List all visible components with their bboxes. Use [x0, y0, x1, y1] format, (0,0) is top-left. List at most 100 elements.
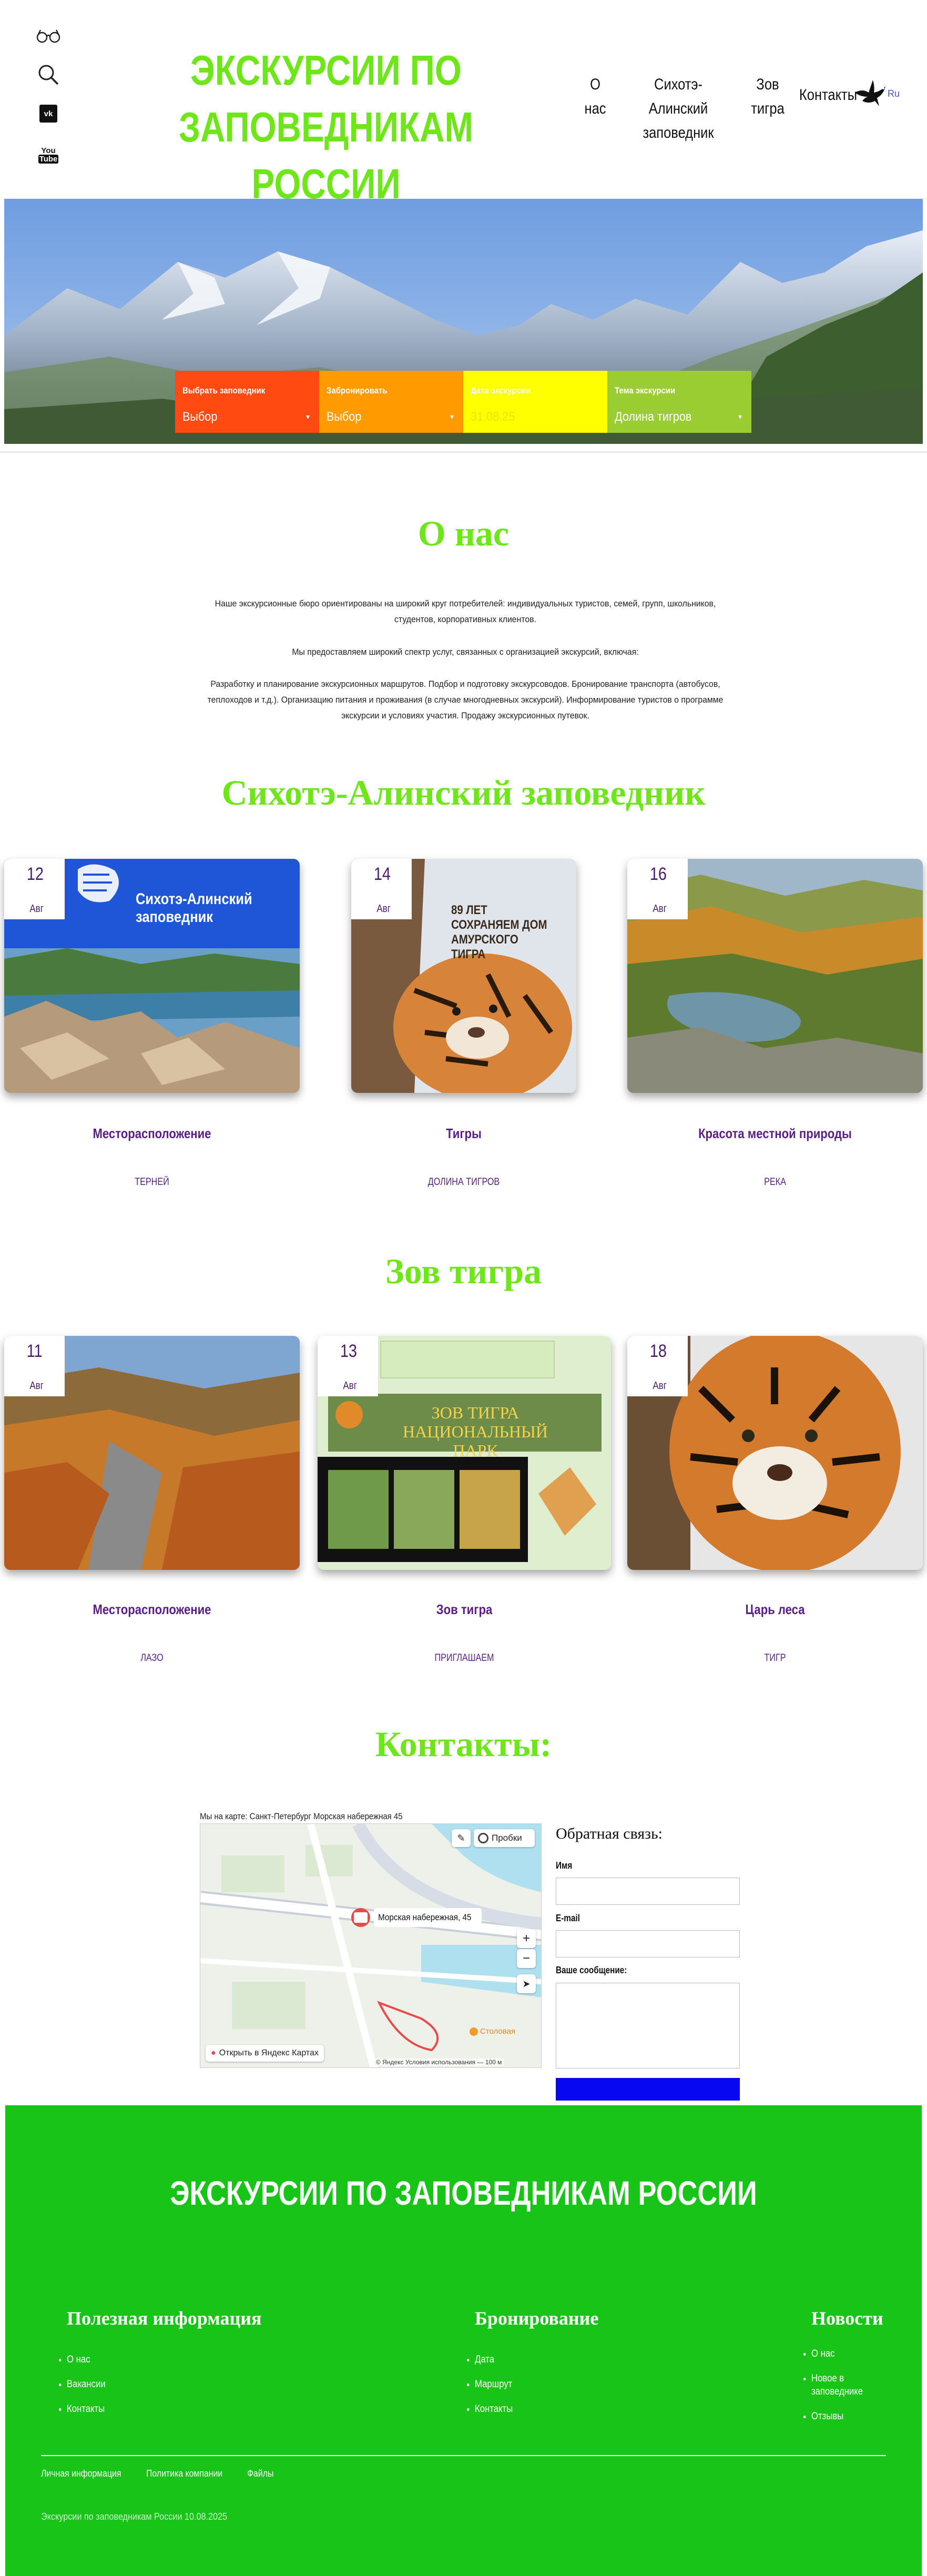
footer-link[interactable]: Контакты [475, 2397, 513, 2421]
map-poi-label: Столовая [480, 2027, 516, 2036]
footer-link[interactable]: Маршрут [475, 2372, 513, 2397]
filter-theme[interactable]: Тема экскурсии Долина тигров ▾ [607, 371, 751, 433]
footer-copyright: Экскурсии по заповедникам России 10.08.2… [41, 2511, 228, 2522]
footer-col-info-title: Полезная информация [67, 2308, 262, 2329]
date-month: Авг [29, 1380, 44, 1392]
card-tag[interactable]: ПРИГЛАШАЕМ [340, 1652, 589, 1664]
message-label: Ваше сообщение: [556, 1965, 627, 1975]
map-zoom-in-button[interactable]: + [517, 1929, 536, 1948]
sikhote-card-location[interactable]: Сихотэ-Алинский заповедник 12 Авг [4, 859, 300, 1093]
card-tag[interactable]: ДОЛИНА ТИГРОВ [368, 1177, 559, 1188]
feedback-title: Обратная связь: [556, 1825, 663, 1842]
map-open-link[interactable]: ● Открыть в Яндекс Картах [206, 2045, 324, 2062]
traffic-icon [478, 1833, 488, 1843]
map-open-label: Открыть в Яндекс Картах [219, 2048, 319, 2057]
tiger-card-location[interactable]: 11 Авг [4, 1336, 300, 1570]
nav-tiger-line2: тигра [751, 100, 785, 117]
filter-booking-value: Выбор [327, 410, 362, 424]
card-title[interactable]: Царь леса [649, 1601, 901, 1618]
card-tag[interactable]: ТИГР [649, 1652, 901, 1664]
footer-link[interactable]: заповеднике [811, 2385, 863, 2398]
nav-sikhote-line1: Сихотэ-Алинский [648, 76, 708, 117]
footer-col-booking: Дата Маршрут Контакты [475, 2347, 518, 2421]
filter-booking[interactable]: Забронировать Выбор ▾ [319, 371, 463, 433]
map-pin-label: Морская набережная, 45 [378, 1912, 472, 1922]
card-title[interactable]: Месторасположение [26, 1601, 278, 1618]
name-input[interactable] [556, 1878, 740, 1905]
sikhote-card-nature[interactable]: 16 Авг [627, 859, 923, 1093]
card-title[interactable]: Красота местной природы [649, 1125, 901, 1142]
email-input[interactable] [556, 1930, 740, 1958]
card-title[interactable]: Тигры [368, 1125, 559, 1142]
tiger-card-call[interactable]: ЗОВ ТИГРА НАЦИОНАЛЬНЫЙ ПАРК 13 Авг [318, 1336, 611, 1570]
chevron-down-icon: ▾ [450, 412, 454, 421]
nav-tiger[interactable]: Зов тигра [743, 73, 792, 121]
site-title[interactable]: ЭКСКУРСИИ ПО ЗАПОВЕДНИКАМ РОССИИ [140, 42, 511, 212]
date-month: Авг [653, 1380, 667, 1392]
tiger-card-king[interactable]: 18 Авг [627, 1336, 923, 1570]
nav-about-line1: О [590, 76, 600, 93]
sikhote-card-tigers[interactable]: 89 ЛЕТ СОХРАНЯЕМ ДОМ АМУРСКОГО ТИГРА 14 … [351, 859, 576, 1093]
footer-link[interactable]: О нас [811, 2347, 863, 2360]
tiger-title: Зов тигра [385, 1251, 542, 1291]
youtube-icon[interactable]: You Tube [36, 142, 61, 168]
nav-contacts-label: Контакты [799, 86, 858, 104]
vk-icon[interactable]: vk [36, 103, 61, 124]
footer-bottom-link[interactable]: Политика компании [146, 2468, 222, 2479]
date-badge: 13 Авг [318, 1336, 378, 1396]
date-day: 13 [340, 1341, 357, 1361]
filter-booking-label: Забронировать [327, 386, 388, 395]
map-traffic-label: Пробки [492, 1833, 522, 1843]
about-title: О нас [417, 513, 510, 553]
date-day: 11 [26, 1341, 43, 1361]
footer-col-news-title: Новости [811, 2308, 883, 2329]
filter-date[interactable]: Дата экскурсии 31.08.25 [463, 371, 607, 433]
card-tag[interactable]: РЕКА [649, 1177, 901, 1188]
footer-link[interactable]: Отзывы [811, 2410, 863, 2423]
nav-contacts[interactable]: Контакты [799, 83, 858, 107]
chevron-down-icon: ▾ [738, 412, 742, 421]
site-title-line1: ЭКСКУРСИИ ПО [190, 47, 462, 94]
message-textarea[interactable] [556, 1983, 740, 2068]
glasses-icon[interactable] [36, 25, 61, 46]
footer-link[interactable]: О нас [67, 2347, 106, 2372]
map-traffic-button[interactable]: Пробки [474, 1829, 535, 1847]
footer-col-booking-title: Бронирование [475, 2308, 599, 2329]
footer-link[interactable]: Новое в [811, 2372, 863, 2385]
card-tag[interactable]: ТЕРНЕЙ [26, 1177, 278, 1188]
map-fullscreen-button[interactable]: ✎ [452, 1829, 471, 1847]
filter-theme-value: Долина тигров [615, 410, 692, 424]
footer-col-info: О нас Вакансии Контакты [67, 2347, 111, 2421]
submit-label: Отправить [627, 2085, 669, 2094]
nav-sikhote[interactable]: Сихотэ-Алинский заповедник [625, 73, 732, 145]
nav-about[interactable]: О нас [577, 73, 613, 121]
date-month: Авг [29, 903, 44, 915]
footer-link[interactable]: Дата [475, 2347, 513, 2372]
search-icon[interactable] [36, 62, 61, 87]
footer-col-news: О нас Новое в заповеднике Отзывы [811, 2347, 870, 2423]
footer-bottom-link[interactable]: Личная информация [41, 2468, 121, 2479]
map-locate-button[interactable]: ➤ [517, 1974, 536, 1993]
card-image-text: 89 ЛЕТ СОХРАНЯЕМ ДОМ АМУРСКОГО ТИГРА [451, 903, 547, 961]
date-badge: 11 Авг [4, 1336, 65, 1396]
footer-bottom-links: Личная информация Политика компании Файл… [41, 2468, 289, 2479]
map-zoom-out-button[interactable]: − [517, 1949, 536, 1968]
date-day: 16 [649, 864, 667, 884]
map-pin-icon: ● [211, 2048, 216, 2057]
filter-reserve-value: Выбор [182, 410, 218, 424]
footer-divider [41, 2455, 886, 2456]
submit-button[interactable]: Отправить [556, 2078, 740, 2101]
bird-logo-icon [853, 77, 890, 110]
footer-bottom-link[interactable]: Файлы [247, 2468, 273, 2479]
card-title[interactable]: Зов тигра [340, 1601, 589, 1618]
card-title[interactable]: Месторасположение [26, 1125, 278, 1142]
yandex-map[interactable]: Морская набережная, 45 Столовая ✎ Пробки… [200, 1823, 542, 2068]
filter-theme-label: Тема экскурсии [615, 386, 676, 395]
about-paragraph-1: Наше экскурсионные бюро ориентированы на… [215, 599, 716, 624]
footer-link[interactable]: Контакты [67, 2397, 106, 2421]
filter-reserve[interactable]: Выбрать заповедник Выбор ▾ [175, 371, 319, 433]
about-paragraph-3: Разработку и планирование экскурсионных … [207, 679, 724, 721]
card-tag[interactable]: ЛАЗО [26, 1652, 278, 1664]
footer-link[interactable]: Вакансии [67, 2372, 106, 2397]
lang-switch[interactable]: Ru [888, 88, 900, 99]
